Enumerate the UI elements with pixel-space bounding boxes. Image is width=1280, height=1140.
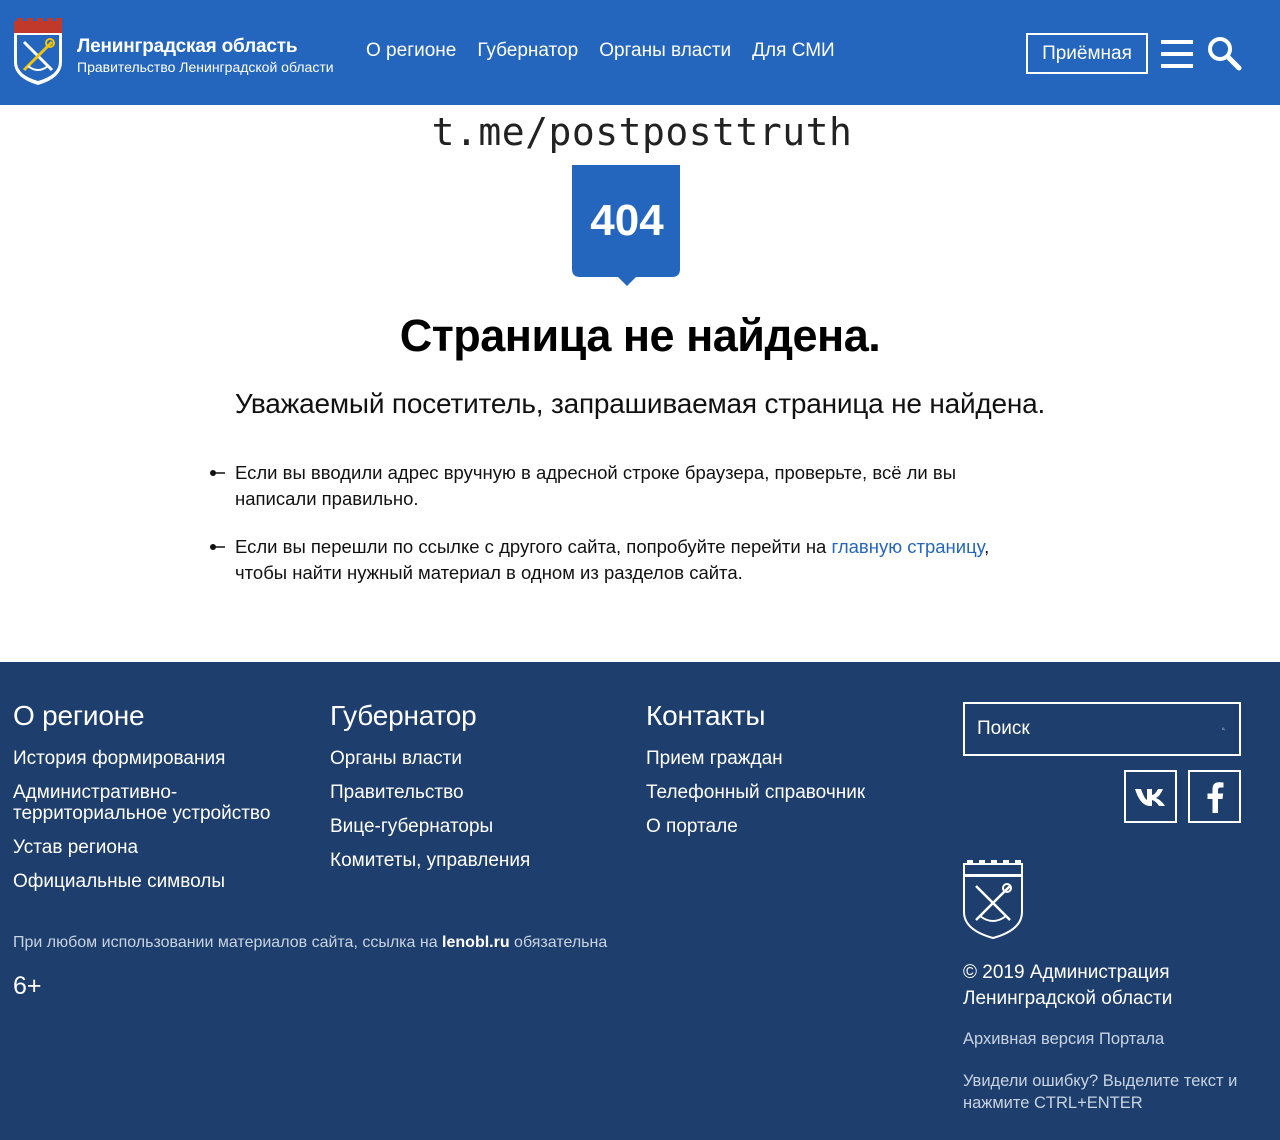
site-footer: О регионе История формирования Администр… — [0, 662, 1280, 1140]
footer-search — [963, 702, 1241, 756]
nav-item-region[interactable]: О регионе — [366, 40, 456, 62]
footer-link[interactable]: История формирования — [13, 748, 293, 769]
search-icon[interactable] — [1222, 715, 1225, 743]
error-code: 404 — [590, 196, 664, 245]
archive-link[interactable]: Архивная версия Портала — [963, 1030, 1164, 1049]
footer-column-governor: Губернатор Органы власти Правительство В… — [330, 700, 530, 884]
home-page-link[interactable]: главную страницу — [831, 536, 984, 557]
tip-text: Если вы вводили адрес вручную в адресной… — [235, 462, 957, 509]
error-report-note: Увидели ошибку? Выделите текст и нажмите… — [963, 1072, 1238, 1112]
nav-item-authorities[interactable]: Органы власти — [599, 40, 731, 62]
facebook-button[interactable] — [1188, 770, 1241, 823]
reception-button[interactable]: Приёмная — [1026, 33, 1148, 74]
footer-link[interactable]: Прием граждан — [646, 748, 865, 769]
bullet-icon — [210, 470, 225, 476]
list-item: Если вы вводили адрес вручную в адресной… — [210, 460, 1010, 512]
hamburger-menu-icon[interactable] — [1161, 39, 1195, 69]
footer-column-title[interactable]: Губернатор — [330, 700, 530, 732]
search-input[interactable] — [965, 704, 1222, 754]
footer-link[interactable]: Устав региона — [13, 837, 293, 858]
footer-column-region: О регионе История формирования Администр… — [13, 700, 293, 905]
list-item: Если вы перешли по ссылке с другого сайт… — [210, 534, 1010, 586]
note-text: При любом использовании материалов сайта… — [13, 934, 443, 951]
footer-column-title[interactable]: Контакты — [646, 700, 865, 732]
search-icon[interactable] — [1206, 35, 1242, 71]
footer-link[interactable]: О портале — [646, 816, 865, 837]
page-subtitle: Уважаемый посетитель, запрашиваемая стра… — [234, 388, 1046, 419]
vk-icon — [1134, 788, 1165, 806]
footer-link[interactable]: Правительство — [330, 782, 530, 803]
footer-copyright: © 2019 Администрация Ленинградской облас… — [963, 962, 1173, 1009]
footer-link[interactable]: Телефонный справочник — [646, 782, 865, 803]
nav-item-governor[interactable]: Губернатор — [477, 40, 578, 62]
site-header: Ленинградская область Правительство Лени… — [0, 0, 1280, 105]
copyright-note: При любом использовании материалов сайта… — [13, 934, 607, 952]
footer-link[interactable]: Вице-губернаторы — [330, 816, 530, 837]
brand-title[interactable]: Ленинградская область — [77, 36, 297, 58]
coat-of-arms-logo — [963, 860, 1023, 940]
tips-list: Если вы вводили адрес вручную в адресной… — [210, 460, 1010, 608]
coat-of-arms-logo[interactable] — [12, 18, 64, 86]
footer-link[interactable]: Комитеты, управления — [330, 850, 530, 871]
footer-link[interactable]: Административно-территориальное устройст… — [13, 782, 293, 824]
age-rating-badge: 6+ — [13, 972, 42, 1000]
footer-column-title[interactable]: О регионе — [13, 700, 293, 732]
page-title: Страница не найдена. — [399, 310, 881, 361]
footer-column-contacts: Контакты Прием граждан Телефонный справо… — [646, 700, 865, 850]
vk-button[interactable] — [1124, 770, 1177, 823]
footer-link[interactable]: Официальные символы — [13, 871, 293, 892]
main-nav: О регионе Губернатор Органы власти Для С… — [366, 40, 835, 62]
note-text: обязательна — [509, 934, 608, 951]
tip-text-before: Если вы перешли по ссылке с другого сайт… — [235, 536, 832, 557]
watermark-text: t.me/postposttruth — [431, 110, 853, 154]
nav-item-media[interactable]: Для СМИ — [752, 40, 835, 62]
site-domain: lenobl.ru — [442, 934, 510, 951]
brand-subtitle[interactable]: Правительство Ленинградской области — [77, 59, 334, 75]
facebook-icon — [1207, 781, 1223, 813]
bullet-icon — [210, 544, 225, 550]
footer-link[interactable]: Органы власти — [330, 748, 530, 769]
